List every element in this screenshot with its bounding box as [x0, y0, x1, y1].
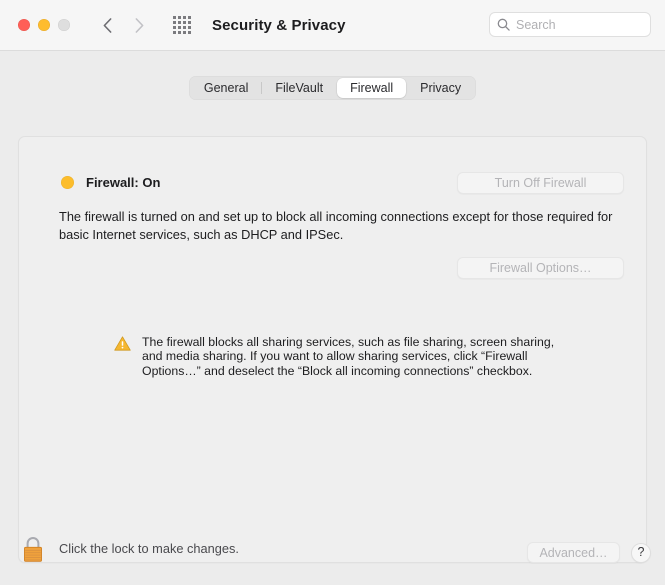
back-button[interactable]	[96, 13, 118, 37]
advanced-button[interactable]: Advanced…	[527, 542, 620, 563]
bottom-right-actions: Advanced… ?	[527, 542, 651, 563]
chevron-right-icon	[135, 17, 143, 33]
segmented-control: General FileVault Firewall Privacy	[188, 76, 477, 100]
tab-bar: General FileVault Firewall Privacy	[0, 76, 665, 100]
grid-view-icon	[173, 16, 191, 34]
zoom-button[interactable]	[58, 19, 70, 31]
search-field[interactable]	[489, 12, 651, 37]
traffic-light-controls	[18, 19, 70, 31]
tab-general[interactable]: General	[191, 78, 261, 98]
warning-triangle-icon	[114, 335, 131, 378]
help-button[interactable]: ?	[631, 542, 651, 563]
firewall-warning: The firewall blocks all sharing services…	[114, 335, 564, 378]
lock-closed-icon	[24, 536, 42, 562]
preferences-bottom-bar: Click the lock to make changes. Advanced…	[0, 512, 665, 585]
chevron-left-icon	[103, 17, 111, 33]
forward-button[interactable]	[128, 13, 150, 37]
lock-instruction-label: Click the lock to make changes.	[59, 541, 239, 556]
tab-privacy[interactable]: Privacy	[407, 78, 474, 98]
navigation-arrows	[96, 13, 150, 37]
window-title: Security & Privacy	[212, 16, 346, 34]
firewall-options-button[interactable]: Firewall Options…	[457, 257, 624, 279]
tab-filevault[interactable]: FileVault	[262, 78, 336, 98]
minimize-button[interactable]	[38, 19, 50, 31]
firewall-panel: Firewall: On Turn Off Firewall The firew…	[18, 136, 647, 563]
firewall-status-label: Firewall: On	[86, 175, 161, 190]
status-dot-on	[61, 176, 74, 189]
firewall-warning-text: The firewall blocks all sharing services…	[142, 335, 555, 378]
search-icon	[497, 18, 510, 31]
tab-firewall[interactable]: Firewall	[337, 78, 407, 98]
firewall-description: The firewall is turned on and set up to …	[59, 209, 613, 242]
security-privacy-window: Security & Privacy General FileVault Fir…	[0, 0, 665, 585]
firewall-status-row: Firewall: On	[61, 175, 160, 190]
search-input[interactable]	[516, 17, 643, 32]
turn-off-firewall-button[interactable]: Turn Off Firewall	[457, 172, 624, 194]
show-all-preferences-button[interactable]	[170, 13, 194, 37]
lock-control: Click the lock to make changes.	[20, 534, 239, 564]
window-titlebar: Security & Privacy	[0, 0, 665, 51]
close-button[interactable]	[18, 19, 30, 31]
preferences-body: General FileVault Firewall Privacy Firew…	[0, 51, 665, 585]
lock-button[interactable]	[20, 534, 46, 564]
